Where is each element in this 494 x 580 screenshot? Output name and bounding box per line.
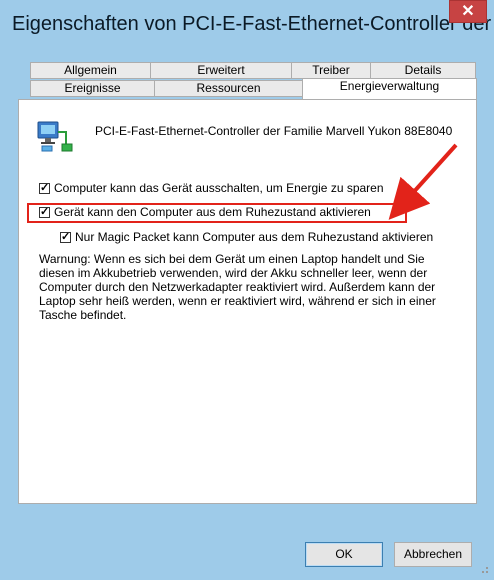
tab-treiber[interactable]: Treiber: [291, 62, 371, 79]
checkbox-magic-packet-only[interactable]: ✓: [60, 231, 71, 243]
option-label: Nur Magic Packet kann Computer aus dem R…: [75, 230, 434, 244]
tab-ressourcen[interactable]: Ressourcen: [154, 80, 303, 97]
tab-erweitert[interactable]: Erweitert: [150, 62, 292, 79]
option-allow-power-off[interactable]: ✓ Computer kann das Gerät ausschalten, u…: [39, 181, 384, 195]
ok-button[interactable]: OK: [305, 542, 383, 567]
resize-grip-icon[interactable]: [478, 562, 490, 580]
tab-allgemein[interactable]: Allgemein: [30, 62, 151, 79]
properties-dialog: Eigenschaften von PCI-E-Fast-Ethernet-Co…: [0, 0, 494, 580]
tab-energieverwaltung[interactable]: Energieverwaltung: [302, 78, 477, 99]
warning-text: Warnung: Wenn es sich bei dem Gerät um e…: [39, 252, 436, 322]
title-bar[interactable]: Eigenschaften von PCI-E-Fast-Ethernet-Co…: [0, 0, 494, 46]
tab-ereignisse[interactable]: Ereignisse: [30, 80, 155, 97]
option-label: Computer kann das Gerät ausschalten, um …: [54, 181, 384, 195]
tab-details[interactable]: Details: [370, 62, 476, 79]
tab-panel-energieverwaltung: PCI-E-Fast-Ethernet-Controller der Famil…: [18, 99, 477, 504]
highlight-annotation: [27, 203, 407, 223]
checkbox-allow-power-off[interactable]: ✓: [39, 182, 50, 194]
network-adapter-icon: [36, 120, 76, 159]
cancel-button[interactable]: Abbrechen: [394, 542, 472, 567]
option-magic-packet-only[interactable]: ✓ Nur Magic Packet kann Computer aus dem…: [60, 230, 433, 244]
device-name: PCI-E-Fast-Ethernet-Controller der Famil…: [95, 124, 453, 138]
close-button[interactable]: ✕: [449, 0, 487, 23]
window-title: Eigenschaften von PCI-E-Fast-Ethernet-Co…: [12, 13, 494, 35]
